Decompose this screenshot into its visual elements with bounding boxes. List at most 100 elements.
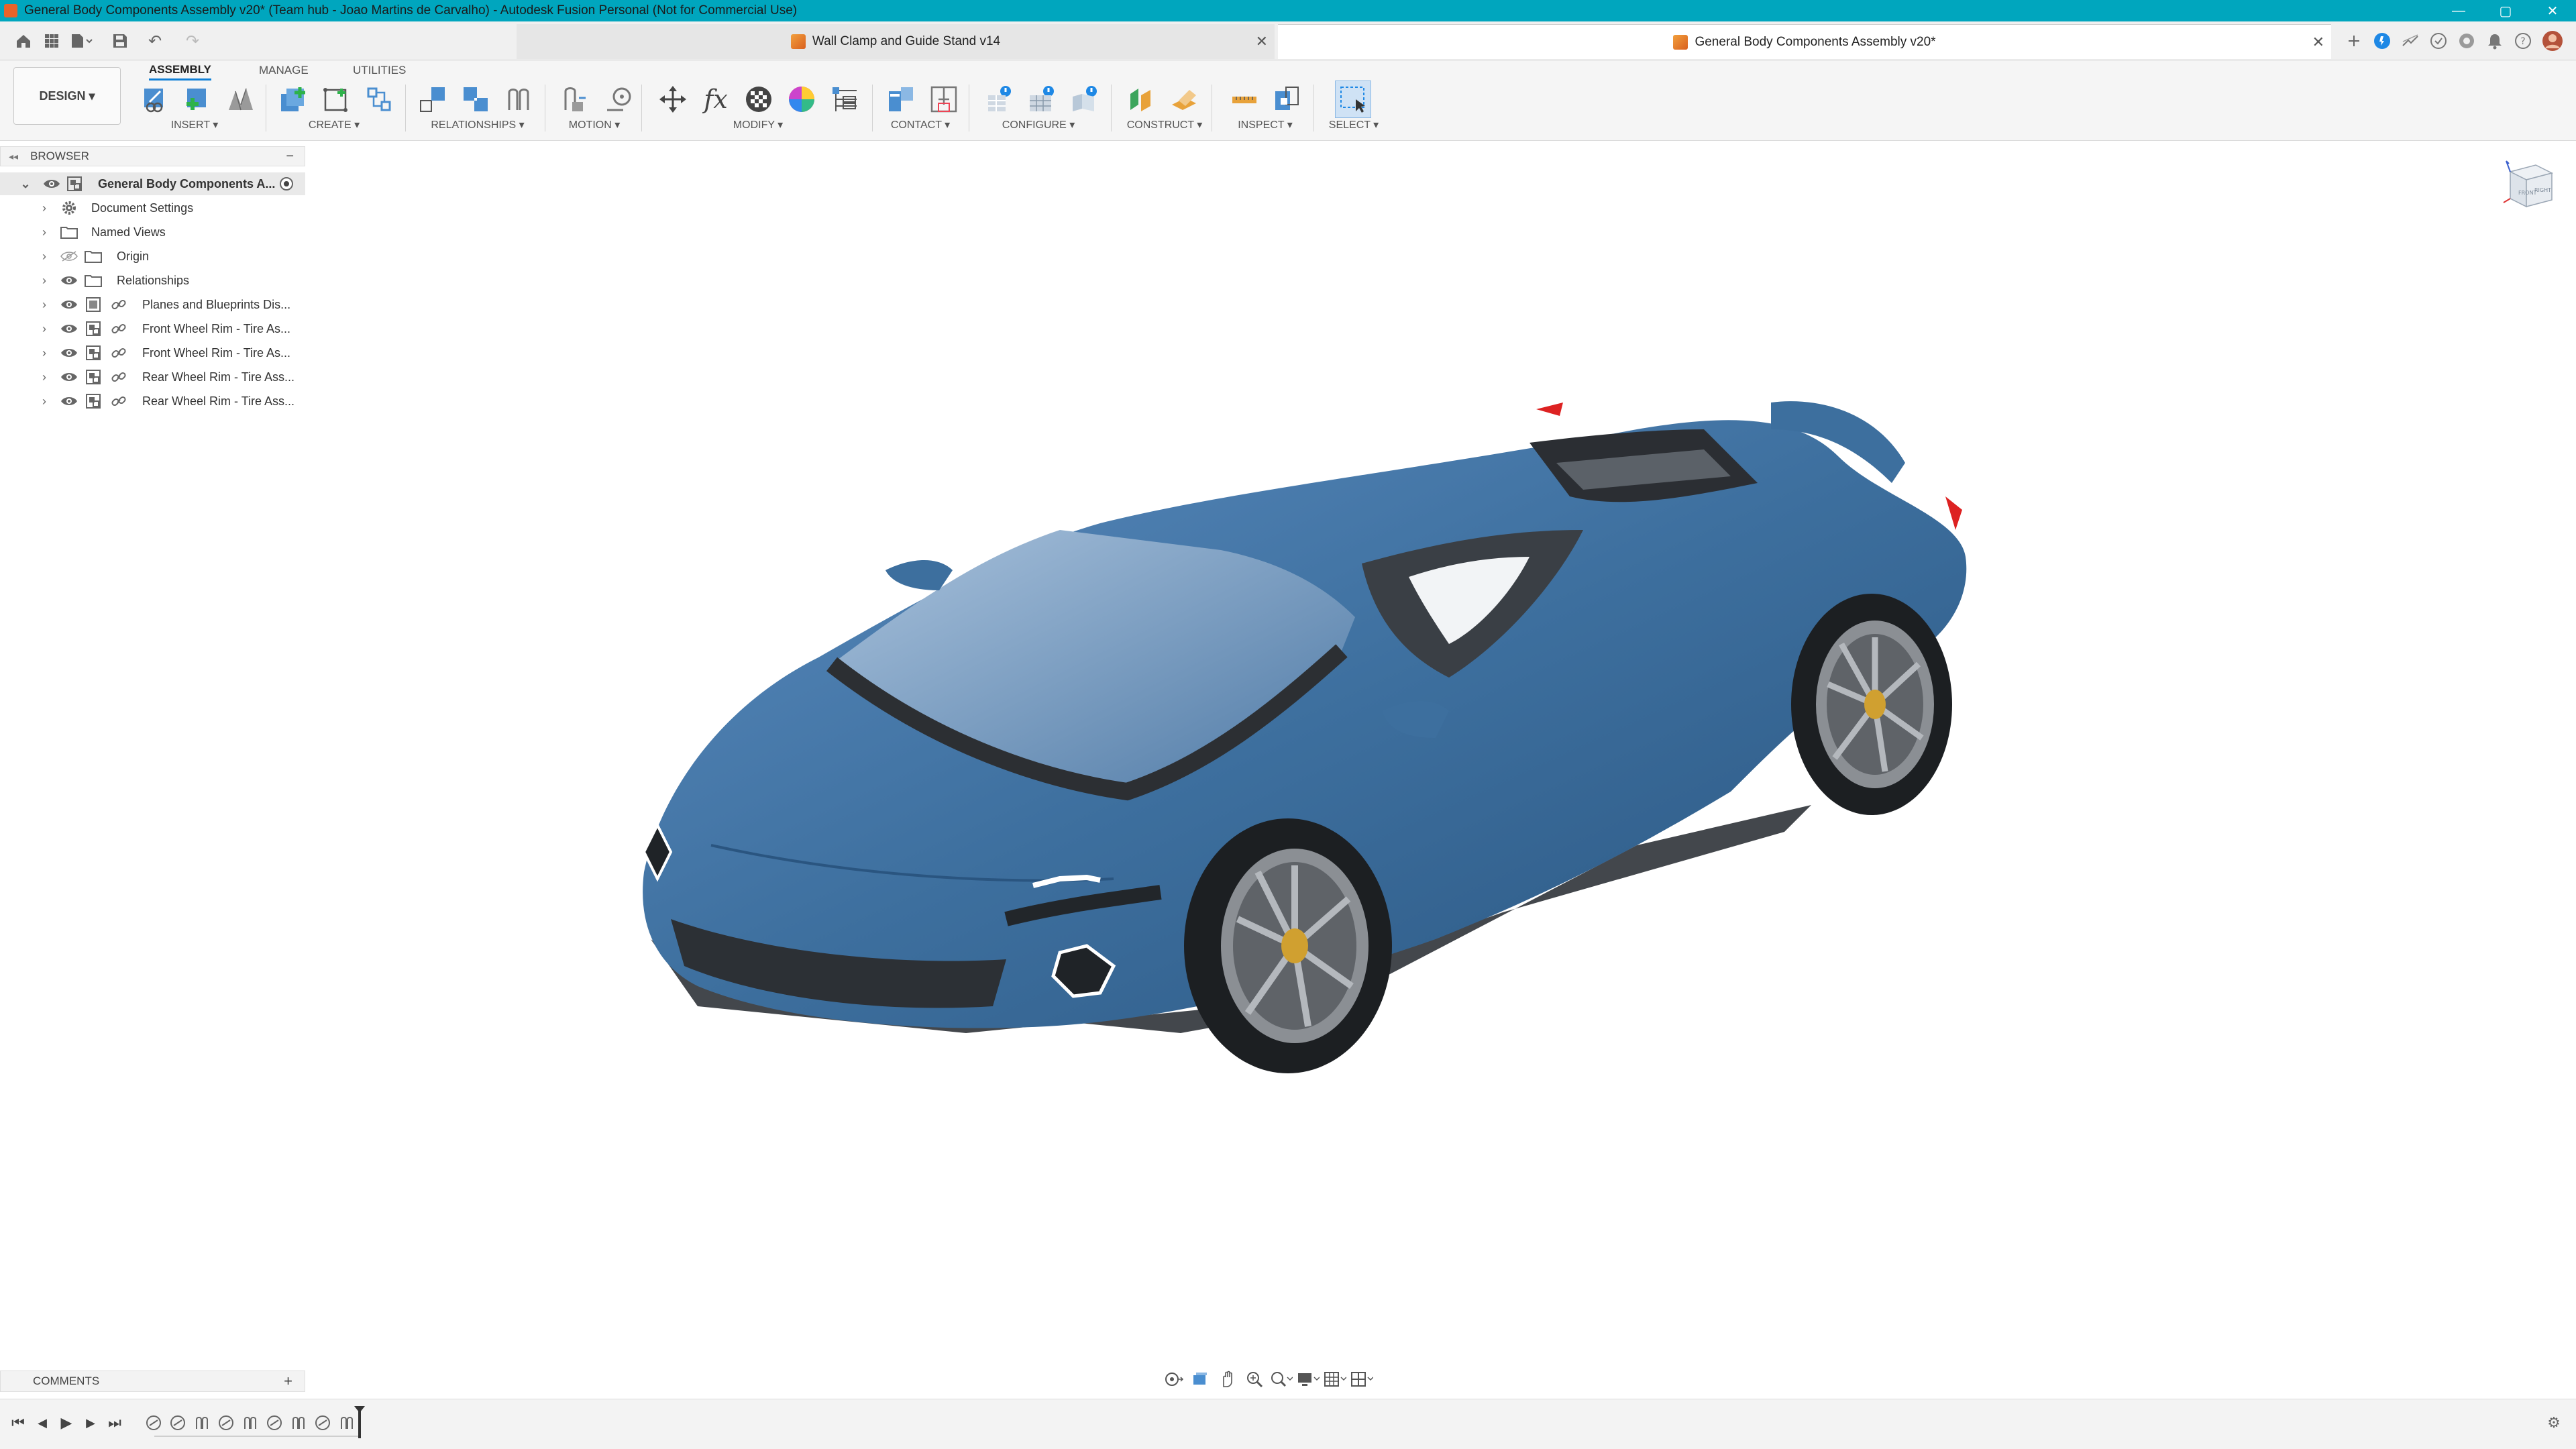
timeline-joint-icon[interactable] — [313, 1413, 333, 1433]
home-icon[interactable] — [12, 30, 35, 52]
drive-joints-icon[interactable] — [557, 80, 593, 118]
tree-row-front-wheel-1[interactable]: › Front Wheel Rim - Tire As... — [0, 317, 305, 340]
hidden-eye-icon[interactable] — [59, 245, 79, 268]
tree-row-named-views[interactable]: › Named Views — [0, 221, 305, 244]
enable-contact-sets-icon[interactable] — [883, 80, 919, 118]
network-status-icon[interactable] — [2455, 30, 2478, 52]
as-built-joint-icon[interactable] — [458, 80, 494, 118]
expand-chevron-icon[interactable]: › — [38, 245, 51, 268]
notifications-bell-icon[interactable] — [2483, 30, 2506, 52]
timeline-marker[interactable] — [358, 1409, 361, 1438]
new-contact-set-icon[interactable] — [926, 80, 962, 118]
motion-link-icon[interactable] — [600, 80, 636, 118]
data-panel-grid-icon[interactable] — [40, 30, 63, 52]
add-comment-button[interactable]: + — [284, 1373, 292, 1390]
tree-row-origin[interactable]: › Origin — [0, 245, 305, 268]
pan-icon[interactable] — [1214, 1367, 1241, 1391]
timeline-joint-icon[interactable] — [144, 1413, 164, 1433]
timeline-last-button[interactable]: ⏭ — [103, 1411, 126, 1434]
timeline-rigid-group-icon[interactable] — [288, 1413, 309, 1433]
viewcube[interactable]: FRONT RIGHT — [2502, 156, 2559, 212]
expand-chevron-icon[interactable]: › — [38, 197, 51, 219]
online-status-icon[interactable] — [2427, 30, 2450, 52]
configure-group-label[interactable]: CONFIGURE ▾ — [1002, 118, 1075, 134]
user-avatar[interactable] — [2541, 30, 2564, 52]
help-icon[interactable]: ? — [2512, 30, 2534, 52]
orbit-icon[interactable] — [1161, 1367, 1187, 1391]
visibility-eye-icon[interactable] — [59, 317, 79, 340]
tree-row-planes-blueprints[interactable]: › Planes and Blueprints Dis... — [0, 293, 305, 316]
appearance-icon[interactable] — [784, 80, 820, 118]
tab-utilities[interactable]: UTILITIES — [353, 60, 406, 80]
timeline-rigid-group-icon[interactable] — [337, 1413, 357, 1433]
tree-row-rear-wheel-2[interactable]: › Rear Wheel Rim - Tire Ass... — [0, 390, 305, 413]
browser-panel-header[interactable]: ◂◂ BROWSER − — [0, 146, 305, 166]
visibility-eye-icon[interactable] — [59, 341, 79, 364]
create-group-label[interactable]: CREATE ▾ — [309, 118, 360, 134]
car-3d-model[interactable] — [631, 362, 1999, 1073]
timeline-joint-icon[interactable] — [264, 1413, 284, 1433]
tab-wall-clamp[interactable]: Wall Clamp and Guide Stand v14 ✕ — [517, 24, 1275, 59]
active-component-radio-icon[interactable] — [276, 172, 297, 195]
browser-collapse-button[interactable]: − — [286, 149, 294, 164]
offset-plane-icon[interactable] — [1123, 80, 1159, 118]
move-copy-icon[interactable] — [655, 80, 691, 118]
zoom-icon[interactable] — [1241, 1367, 1268, 1391]
joint-icon[interactable] — [415, 80, 451, 118]
tab-assembly[interactable]: ASSEMBLY — [149, 60, 211, 80]
new-component-icon[interactable] — [275, 80, 311, 118]
visibility-eye-icon[interactable] — [59, 366, 79, 388]
display-settings-icon[interactable] — [1295, 1367, 1322, 1391]
timeline-settings-gear-icon[interactable]: ⚙ — [2542, 1411, 2565, 1434]
relationships-group-label[interactable]: RELATIONSHIPS ▾ — [431, 118, 524, 134]
timeline-first-button[interactable]: ⏮ — [7, 1411, 30, 1434]
grid-icon[interactable] — [1322, 1367, 1348, 1391]
select-window-icon[interactable] — [1335, 80, 1371, 118]
tree-row-relationships[interactable]: › Relationships — [0, 269, 305, 292]
extensions-icon[interactable] — [2371, 30, 2394, 52]
measure-icon[interactable] — [1226, 80, 1263, 118]
comments-panel[interactable]: COMMENTS + — [0, 1371, 305, 1392]
interference-icon[interactable] — [1269, 80, 1305, 118]
insert-derive-icon[interactable] — [137, 80, 173, 118]
configuration-rule-icon[interactable] — [1067, 80, 1103, 118]
tree-row-front-wheel-2[interactable]: › Front Wheel Rim - Tire As... — [0, 341, 305, 364]
tree-row-root-assembly[interactable]: ⌄ General Body Components A... — [0, 172, 305, 195]
visibility-eye-icon[interactable] — [59, 269, 79, 292]
modify-group-label[interactable]: MODIFY ▾ — [733, 118, 783, 134]
timeline-marker-head[interactable] — [354, 1406, 365, 1413]
insert-component-icon[interactable] — [180, 80, 216, 118]
sketch-icon[interactable] — [318, 80, 354, 118]
viewports-icon[interactable] — [1348, 1367, 1375, 1391]
collapse-panel-icon[interactable]: ◂◂ — [9, 151, 18, 162]
tree-row-document-settings[interactable]: › Document Settings — [0, 197, 305, 219]
timeline-rigid-group-icon[interactable] — [192, 1413, 212, 1433]
expand-chevron-icon[interactable]: › — [38, 390, 51, 413]
tab-manage[interactable]: MANAGE — [259, 60, 309, 80]
select-group-label[interactable]: SELECT ▾ — [1329, 118, 1379, 134]
expand-chevron-icon[interactable]: › — [38, 293, 51, 316]
explode-icon[interactable] — [361, 80, 397, 118]
expand-chevron-icon[interactable]: › — [38, 317, 51, 340]
visibility-eye-icon[interactable] — [42, 172, 62, 195]
timeline-next-button[interactable]: ▶ — [79, 1411, 102, 1434]
visibility-eye-icon[interactable] — [59, 390, 79, 413]
timeline-prev-button[interactable]: ◀ — [31, 1411, 54, 1434]
undo-icon[interactable]: ↶ — [138, 30, 172, 52]
close-tab-icon[interactable]: ✕ — [2312, 34, 2324, 51]
new-tab-plus-icon[interactable] — [2343, 30, 2365, 52]
timeline-rigid-group-icon[interactable] — [240, 1413, 260, 1433]
file-menu-icon[interactable] — [70, 30, 93, 52]
job-status-icon[interactable] — [2399, 30, 2422, 52]
expand-chevron-icon[interactable]: ⌄ — [19, 172, 32, 195]
insert-group-label[interactable]: INSERT ▾ — [171, 118, 219, 134]
expand-chevron-icon[interactable]: › — [38, 221, 51, 244]
configure-design-icon[interactable] — [981, 80, 1017, 118]
rigid-group-icon[interactable] — [500, 80, 537, 118]
fit-icon[interactable] — [1268, 1367, 1295, 1391]
configuration-table-icon[interactable] — [1024, 80, 1060, 118]
tab-general-body-assembly[interactable]: General Body Components Assembly v20* ✕ — [1278, 24, 2331, 59]
close-tab-icon[interactable]: ✕ — [1256, 33, 1268, 50]
expand-chevron-icon[interactable]: › — [38, 341, 51, 364]
expand-chevron-icon[interactable]: › — [38, 269, 51, 292]
